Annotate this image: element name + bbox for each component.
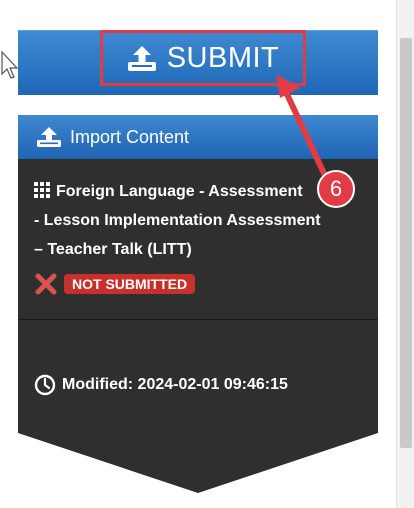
step-number: 6 <box>329 176 343 201</box>
scrollbar-thumb[interactable] <box>400 38 412 448</box>
content-title-line-1: Foreign Language - Assessment <box>56 183 303 200</box>
modified-timestamp: Modified: 2024-02-01 09:46:15 <box>62 376 288 393</box>
cursor-icon <box>1 50 19 79</box>
submit-button[interactable]: SUBMIT <box>100 30 306 86</box>
status-row: NOT SUBMITTED <box>34 272 196 296</box>
submit-label: SUBMIT <box>166 41 280 74</box>
step-badge: 6 <box>317 170 355 208</box>
status-badge: NOT SUBMITTED <box>64 274 196 294</box>
divider <box>18 319 378 320</box>
import-content-label: Import Content <box>70 126 190 147</box>
card-bottom-chevron <box>18 433 378 493</box>
scrollbar[interactable] <box>396 0 414 508</box>
upload-icon <box>37 127 61 147</box>
modified-row: Modified: 2024-02-01 09:46:15 <box>34 374 288 396</box>
content-title-line-3: – Teacher Talk (LITT) <box>34 241 192 258</box>
upload-icon <box>127 46 156 71</box>
content-title-line-2: - Lesson Implementation Assessment <box>34 212 321 229</box>
grid-icon <box>34 182 50 198</box>
clock-icon <box>34 374 56 396</box>
import-content-header[interactable]: Import Content <box>18 115 378 159</box>
x-icon <box>35 273 57 295</box>
